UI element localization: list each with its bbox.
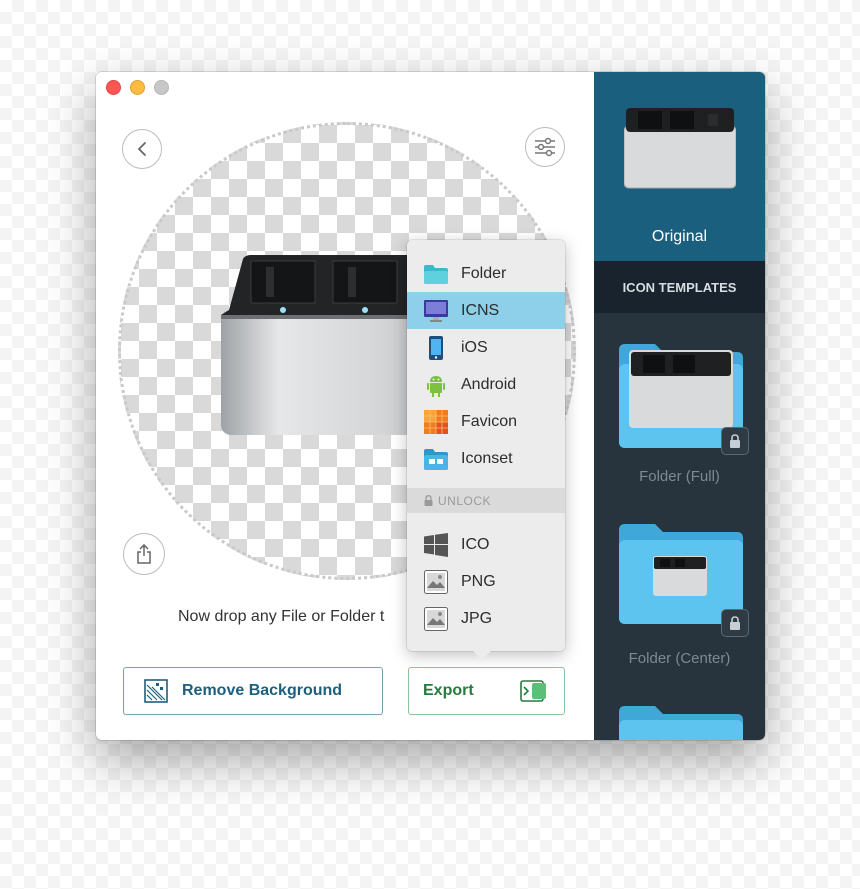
folder-partial-thumbnail xyxy=(619,706,743,740)
template-folder-full[interactable]: Folder (Full) xyxy=(594,334,765,494)
templates-sidebar: Original ICON TEMPLATES Folder (Full) Fo… xyxy=(594,72,765,740)
unlock-separator: UNLOCK xyxy=(407,488,565,513)
share-button[interactable] xyxy=(123,533,165,575)
original-label: Original xyxy=(651,228,708,245)
unlock-label: UNLOCK xyxy=(438,493,492,508)
maximize-window-button[interactable] xyxy=(154,80,169,95)
menu-item-label: Favicon xyxy=(461,412,518,430)
folder-icon xyxy=(424,264,448,284)
menu-item-label: ICO xyxy=(461,535,490,553)
device-image xyxy=(221,255,431,435)
lock-icon xyxy=(730,434,740,448)
share-icon xyxy=(137,544,151,564)
menu-pointer xyxy=(472,650,492,660)
chevron-left-icon xyxy=(137,142,146,156)
menu-item-ico[interactable]: ICO xyxy=(407,526,565,563)
app-window: Now drop any File or Folder t Remove Bac… xyxy=(96,72,765,740)
lock-icon xyxy=(730,616,740,630)
android-icon xyxy=(427,375,445,397)
icon-templates-header: ICON TEMPLATES xyxy=(594,261,765,313)
export-icon xyxy=(520,680,546,702)
menu-item-label: Iconset xyxy=(461,449,513,467)
template-folder-center[interactable]: Folder (Center) xyxy=(594,518,765,678)
menu-item-jpg[interactable]: JPG xyxy=(407,600,565,637)
back-button[interactable] xyxy=(122,129,162,169)
template-label: Folder (Center) xyxy=(628,650,731,667)
original-preview[interactable]: Original xyxy=(594,72,765,261)
menu-item-png[interactable]: PNG xyxy=(407,563,565,600)
menu-item-label: ICNS xyxy=(461,301,500,319)
favicon-icon xyxy=(424,409,448,434)
lock-icon xyxy=(424,495,433,506)
menu-item-icns[interactable]: ICNS xyxy=(407,292,565,329)
iconset-icon xyxy=(424,448,448,470)
menu-item-label: Folder xyxy=(461,264,507,282)
menu-item-label: PNG xyxy=(461,572,496,590)
windows-icon xyxy=(424,532,448,557)
remove-background-icon xyxy=(144,679,168,703)
menu-item-android[interactable]: Android xyxy=(407,366,565,403)
menu-item-favicon[interactable]: Favicon xyxy=(407,403,565,440)
minimize-window-button[interactable] xyxy=(130,80,145,95)
menu-item-folder[interactable]: Folder xyxy=(407,255,565,292)
device-thumbnail xyxy=(624,108,736,189)
lock-badge xyxy=(722,610,748,636)
menu-item-label: Android xyxy=(461,375,517,393)
lock-badge xyxy=(722,428,748,454)
monitor-icon xyxy=(424,299,448,322)
image-icon xyxy=(424,569,448,594)
drop-hint-text: Now drop any File or Folder t xyxy=(178,608,385,625)
export-format-menu: Folder ICNS iOS Android Favicon Iconset … xyxy=(407,240,565,651)
menu-item-label: iOS xyxy=(461,338,488,356)
export-label: Export xyxy=(423,682,474,699)
sliders-icon xyxy=(535,137,555,157)
settings-button[interactable] xyxy=(525,127,565,167)
image-icon xyxy=(424,606,448,631)
export-button[interactable]: Export xyxy=(408,667,565,715)
phone-icon xyxy=(429,335,443,360)
template-label: Folder (Full) xyxy=(639,468,720,485)
menu-item-iconset[interactable]: Iconset xyxy=(407,440,565,477)
remove-background-label: Remove Background xyxy=(182,682,343,699)
menu-item-ios[interactable]: iOS xyxy=(407,329,565,366)
remove-background-button[interactable]: Remove Background xyxy=(123,667,383,715)
menu-item-label: JPG xyxy=(461,609,493,627)
close-window-button[interactable] xyxy=(106,80,121,95)
